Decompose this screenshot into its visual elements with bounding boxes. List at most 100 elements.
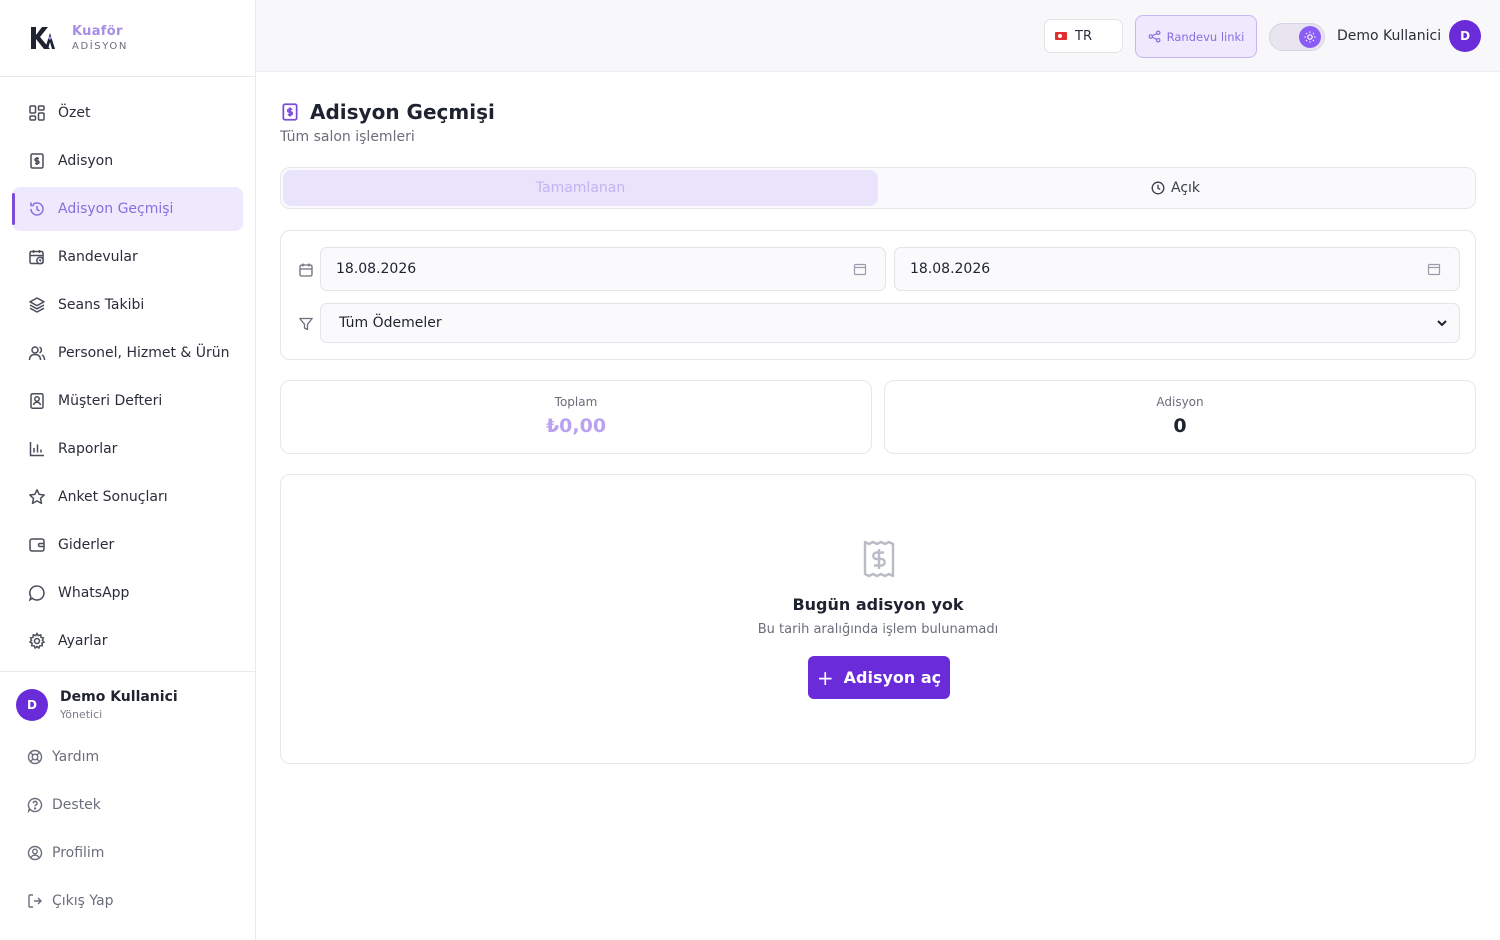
sidebar-item-label: Ayarlar [58, 633, 108, 649]
date-from-value: 18.08.2026 [336, 261, 417, 277]
sidebar-item-giderler[interactable]: Giderler [12, 523, 243, 567]
brand-name: Kuaför [72, 23, 123, 39]
brand-logo-icon [31, 27, 55, 49]
theme-toggle[interactable] [1269, 23, 1325, 51]
calendar-icon [299, 263, 313, 277]
sidebar-item-label: Personel, Hizmet & Ürün [58, 345, 230, 361]
layers-icon [28, 296, 46, 314]
turkey-flag-icon [1055, 32, 1067, 40]
sidebar-item-label: Çıkış Yap [52, 893, 114, 909]
top-user-menu[interactable]: Demo Kullanici D [1337, 20, 1482, 52]
sidebar-item-label: WhatsApp [58, 585, 130, 601]
sidebar-nav: Özet Adisyon Adisyon Geçmişi Randevular … [0, 77, 255, 663]
sidebar-item-randevular[interactable]: Randevular [12, 235, 243, 279]
help-circle-icon [26, 796, 44, 814]
calendar-icon [853, 263, 867, 276]
brand-sub: ADİSYON [72, 40, 128, 52]
stat-count-value: 0 [1173, 415, 1187, 437]
date-from-input[interactable]: 18.08.2026 [320, 247, 886, 291]
sidebar: Kuaför ADİSYON Özet Adisyon Adisyon Geçm… [0, 0, 256, 940]
calendar-clock-icon [28, 248, 46, 266]
sidebar-item-label: Anket Sonuçları [58, 489, 168, 505]
stat-total-value: ₺0,00 [545, 415, 607, 437]
share-icon [1148, 30, 1161, 43]
top-user-name: Demo Kullanici [1337, 28, 1442, 44]
status-tabs: Tamamlanan Açık [280, 167, 1476, 209]
wallet-icon [28, 536, 46, 554]
sidebar-item-cikis-yap[interactable]: Çıkış Yap [12, 879, 243, 923]
open-adisyon-button[interactable]: + Adisyon aç [808, 656, 950, 699]
sidebar-item-label: Özet [58, 105, 91, 121]
sun-icon [1299, 26, 1321, 48]
sidebar-item-raporlar[interactable]: Raporlar [12, 427, 243, 471]
randevu-link-label: Randevu linki [1166, 29, 1245, 44]
language-label: TR [1075, 28, 1092, 44]
sidebar-item-label: Raporlar [58, 441, 118, 457]
receipt-icon [863, 540, 895, 578]
avatar: D [1449, 20, 1482, 52]
brand[interactable]: Kuaför ADİSYON [0, 0, 255, 77]
sidebar-item-profilim[interactable]: Profilim [12, 831, 243, 875]
stat-total-label: Toplam [554, 395, 598, 409]
sidebar-item-adisyon-gecmisi[interactable]: Adisyon Geçmişi [12, 187, 243, 231]
empty-state-subtitle: Bu tarih aralığında işlem bulunamadı [757, 622, 999, 637]
date-to-value: 18.08.2026 [910, 261, 991, 277]
sidebar-item-ozet[interactable]: Özet [12, 91, 243, 135]
page-title: Adisyon Geçmişi [280, 100, 495, 124]
bar-chart-icon [28, 440, 46, 458]
avatar: D [16, 689, 48, 721]
contact-book-icon [28, 392, 46, 410]
topbar: TR Randevu linki Demo Kullanici D [256, 0, 1500, 72]
filter-icon [299, 317, 313, 331]
star-icon [28, 488, 46, 506]
sidebar-item-destek[interactable]: Destek [12, 783, 243, 827]
users-icon [28, 344, 46, 362]
sidebar-footer: D Demo Kullanici Yönetici Yardım Destek … [0, 671, 255, 927]
sidebar-item-label: Profilim [52, 845, 105, 861]
sidebar-item-adisyon[interactable]: Adisyon [12, 139, 243, 183]
history-icon [28, 200, 46, 218]
chat-bubble-icon [28, 584, 46, 602]
sidebar-item-anket-sonuclari[interactable]: Anket Sonuçları [12, 475, 243, 519]
date-to-input[interactable]: 18.08.2026 [894, 247, 1460, 291]
language-button[interactable]: TR [1044, 19, 1123, 53]
sidebar-item-musteri-defteri[interactable]: Müşteri Defteri [12, 379, 243, 423]
tab-acik[interactable]: Açık [878, 170, 1473, 206]
sidebar-item-seans-takibi[interactable]: Seans Takibi [12, 283, 243, 327]
sidebar-user-role: Yönetici [60, 708, 103, 721]
dashboard-grid-icon [28, 104, 46, 122]
sidebar-item-personel[interactable]: Personel, Hizmet & Ürün [12, 331, 243, 375]
gear-icon [28, 632, 46, 650]
open-adisyon-label: Adisyon aç [843, 668, 942, 687]
sidebar-user-name: Demo Kullanici [60, 689, 178, 705]
sidebar-item-label: Müşteri Defteri [58, 393, 163, 409]
clock-icon [1151, 181, 1165, 195]
empty-state: Bugün adisyon yok Bu tarih aralığında iş… [280, 474, 1476, 764]
sidebar-user[interactable]: D Demo Kullanici Yönetici [0, 689, 255, 721]
payment-filter-select[interactable]: Tüm Ödemeler [320, 303, 1460, 343]
payment-filter-value: Tüm Ödemeler [339, 315, 442, 331]
sidebar-item-label: Seans Takibi [58, 297, 145, 313]
receipt-icon [282, 103, 298, 121]
page-subtitle: Tüm salon işlemleri [280, 129, 415, 145]
sidebar-item-whatsapp[interactable]: WhatsApp [12, 571, 243, 615]
sidebar-item-label: Adisyon Geçmişi [58, 201, 174, 217]
tab-label: Açık [1170, 180, 1201, 196]
randevu-link-button[interactable]: Randevu linki [1135, 15, 1257, 58]
calendar-icon [1427, 263, 1441, 276]
sidebar-item-yardim[interactable]: Yardım [12, 735, 243, 779]
plus-icon: + [816, 665, 834, 690]
tab-tamamlanan[interactable]: Tamamlanan [283, 170, 878, 206]
lifebuoy-icon [26, 748, 44, 766]
sidebar-item-ayarlar[interactable]: Ayarlar [12, 619, 243, 663]
stat-count-label: Adisyon [1156, 395, 1204, 409]
sidebar-item-label: Giderler [58, 537, 115, 553]
receipt-icon [28, 152, 46, 170]
user-circle-icon [26, 844, 44, 862]
sidebar-item-label: Yardım [52, 749, 100, 765]
tab-label: Tamamlanan [535, 180, 626, 196]
filter-panel: 18.08.2026 18.08.2026 Tüm Ödemeler [280, 230, 1476, 360]
empty-state-title: Bugün adisyon yok [792, 595, 964, 614]
logout-icon [26, 892, 44, 910]
sidebar-item-label: Adisyon [58, 153, 114, 169]
